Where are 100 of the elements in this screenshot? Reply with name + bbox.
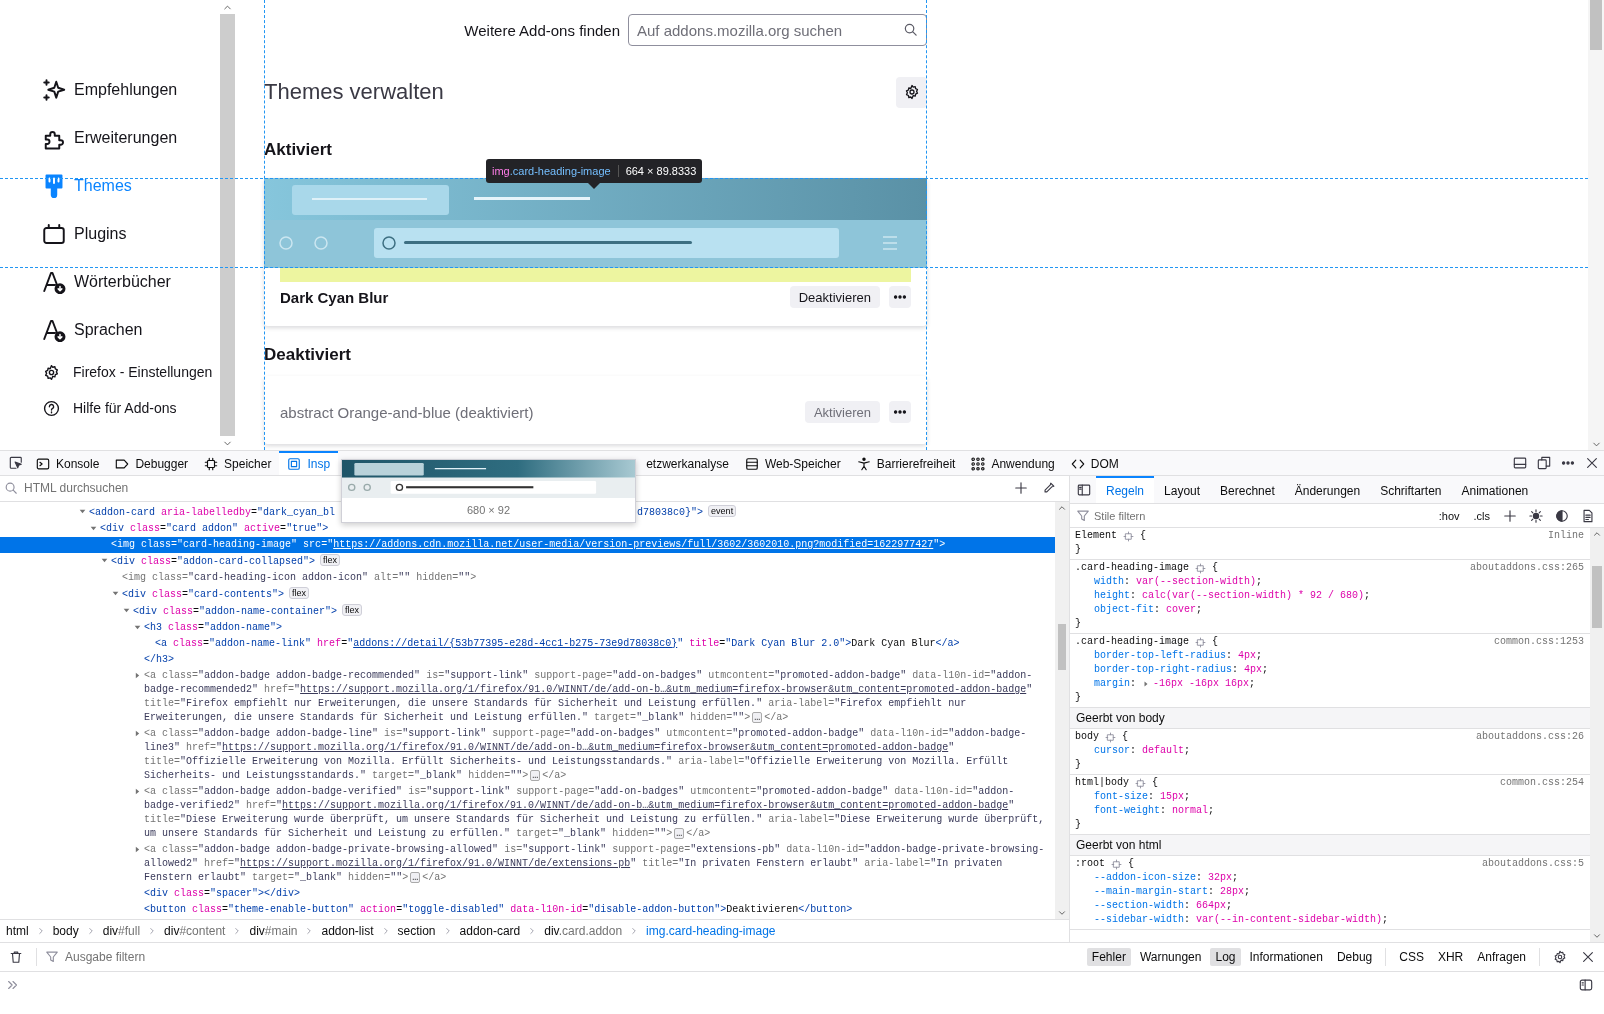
css-selector[interactable]: :root xyxy=(1075,857,1105,871)
css-selector[interactable]: html|body xyxy=(1075,776,1129,790)
css-value[interactable]: var(--in-content-sidebar-width); xyxy=(1196,913,1389,927)
devtools-tab[interactable]: Barrierefreiheit xyxy=(848,451,964,475)
devtools-tab[interactable]: Speicher xyxy=(196,451,280,475)
sidebar-link[interactable]: Hilfe für Add-ons xyxy=(73,400,177,416)
sidebar-item[interactable]: Sprachen xyxy=(0,306,220,354)
sidebar-tab[interactable]: Regeln xyxy=(1096,476,1155,503)
css-value[interactable]: normal; xyxy=(1172,804,1215,818)
breadcrumb[interactable]: div.card.addon xyxy=(540,921,627,942)
css-value[interactable]: 4px; xyxy=(1238,649,1263,663)
highlight-elements-icon[interactable] xyxy=(1111,858,1122,870)
log-level-toggle[interactable]: Debug xyxy=(1331,948,1378,966)
css-value[interactable]: 664px; xyxy=(1196,899,1233,913)
log-level-toggle[interactable]: Informationen xyxy=(1244,948,1328,966)
scrollbar-thumb[interactable] xyxy=(1058,623,1066,670)
devtools-tab[interactable]: Anwendung xyxy=(963,451,1063,475)
search-field[interactable]: Auf addons.mozilla.org suchen xyxy=(628,14,927,46)
link[interactable]: https://support.mozilla.org/1/firefox/91.0/WINNT/de/add-on-b…&utm_medium=firefox-browser&utm_content=promoted-addon-badge xyxy=(222,741,949,753)
stylesheet-link[interactable]: Inline xyxy=(1548,529,1584,543)
css-property[interactable]: border-top-right-radius: xyxy=(1094,663,1245,677)
sidebar-tab[interactable]: Berechnet xyxy=(1210,476,1285,503)
styles-filter-field[interactable]: Stile filtern xyxy=(1092,508,1431,523)
toggle-theme-button[interactable]: Deaktivieren xyxy=(789,286,880,308)
breadcrumb[interactable]: section xyxy=(393,921,440,942)
devtools-tab[interactable]: DOM xyxy=(1062,451,1127,475)
css-value[interactable]: default; xyxy=(1142,744,1191,758)
stylesheet-link[interactable]: common.css:254 xyxy=(1500,776,1584,790)
devtools-tab[interactable]: Web-Speicher xyxy=(736,451,849,475)
css-value[interactable]: 28px; xyxy=(1220,885,1251,899)
css-property[interactable]: --main-margin-start: xyxy=(1094,885,1221,899)
request-type-toggle[interactable]: Anfragen xyxy=(1472,948,1531,966)
stylesheet-link[interactable]: aboutaddons.css:265 xyxy=(1469,561,1584,575)
breadcrumb[interactable]: div#full xyxy=(98,921,145,942)
disclosure-triangle-icon[interactable] xyxy=(133,845,142,855)
theme-name[interactable]: abstract Orange-and-blue (deaktiviert) xyxy=(280,403,805,421)
scrollbar-thumb[interactable] xyxy=(1592,566,1602,628)
scrollbar-thumb[interactable] xyxy=(1590,0,1602,50)
highlight-elements-icon[interactable] xyxy=(1195,636,1207,648)
toggle-theme-button[interactable]: Aktivieren xyxy=(804,401,880,423)
link[interactable]: https://support.mozilla.org/1/firefox/91.0/WINNT/de/add-on-b…&utm_medium=firefox-browser&utm_content=promoted-addon-badge xyxy=(300,683,1027,695)
css-property[interactable]: cursor: xyxy=(1094,744,1143,758)
css-value[interactable]: -16px -16px 16px; xyxy=(1153,677,1256,691)
link[interactable]: https://addons.cdn.mozilla.net/user-media/version-previews/full/3602/3602010.png?modified=1622977427 xyxy=(333,538,934,550)
breadcrumb[interactable]: html xyxy=(2,921,33,942)
more-options-button[interactable] xyxy=(889,286,911,308)
highlight-elements-icon[interactable] xyxy=(1195,562,1207,574)
link[interactable]: https://support.mozilla.org/1/firefox/91.0/WINNT/de/extensions-pb xyxy=(240,857,631,869)
css-property[interactable]: --addon-icon-size: xyxy=(1094,871,1209,885)
pseudo-class-toggle[interactable]: :hov xyxy=(1432,509,1466,522)
css-property[interactable]: width: xyxy=(1094,575,1137,589)
stylesheet-link[interactable]: aboutaddons.css:26 xyxy=(1475,730,1584,744)
css-value[interactable]: var(--section-width); xyxy=(1136,575,1263,589)
highlight-elements-icon[interactable] xyxy=(1105,731,1116,743)
highlight-elements-icon[interactable] xyxy=(1123,530,1134,542)
sidebar-item[interactable]: Themes xyxy=(0,162,220,210)
css-value[interactable]: calc(var(--section-width) * 92 / 680); xyxy=(1142,589,1371,603)
devtools-tab[interactable]: Insp xyxy=(279,451,339,475)
devtools-tab[interactable]: Konsole xyxy=(28,451,108,475)
css-value[interactable]: 15px; xyxy=(1160,790,1191,804)
disclosure-triangle-icon[interactable] xyxy=(133,787,142,797)
breadcrumb[interactable]: addon-card xyxy=(455,921,525,942)
log-level-toggle[interactable]: Warnungen xyxy=(1134,948,1207,966)
request-type-toggle[interactable]: XHR xyxy=(1432,948,1469,966)
breadcrumb[interactable]: img.card-heading-image xyxy=(642,921,780,942)
sidebar-link[interactable]: Firefox - Einstellungen xyxy=(73,364,213,380)
request-type-toggle[interactable]: CSS xyxy=(1394,948,1429,966)
css-property[interactable]: --section-width: xyxy=(1094,899,1197,913)
disclosure-triangle-icon[interactable] xyxy=(133,729,142,739)
css-property[interactable]: font-size: xyxy=(1094,790,1161,804)
css-selector[interactable]: body xyxy=(1075,730,1099,744)
css-property[interactable]: margin: xyxy=(1094,677,1143,691)
dom-node-row[interactable]: <img class="card-heading-image" src="https://addons.cdn.mozilla.net/user-media/version-previews/full/3602/3602010.png?modified=1622977427"> xyxy=(0,536,1055,553)
css-selector[interactable]: Element xyxy=(1075,529,1117,543)
console-filter-field[interactable]: Ausgabe filtern xyxy=(63,949,1083,965)
sidebar-item[interactable]: Empfehlungen xyxy=(0,66,220,114)
html-search-field[interactable]: HTML durchsuchen xyxy=(22,480,1005,497)
stylesheet-link[interactable]: common.css:1253 xyxy=(1494,635,1584,649)
breadcrumb[interactable]: body xyxy=(48,921,83,942)
breadcrumb[interactable]: div#content xyxy=(160,921,230,942)
css-property[interactable]: object-fit: xyxy=(1094,603,1167,617)
css-value[interactable]: 4px; xyxy=(1244,663,1269,677)
node-badge[interactable]: flex xyxy=(342,603,363,616)
css-property[interactable]: height: xyxy=(1094,589,1143,603)
log-level-toggle[interactable]: Log xyxy=(1210,948,1241,966)
css-property[interactable]: border-top-left-radius: xyxy=(1094,649,1239,663)
css-selector[interactable]: .card-heading-image xyxy=(1075,561,1190,575)
sidebar-item[interactable]: Erweiterungen xyxy=(0,114,220,162)
node-badge[interactable]: flex xyxy=(320,553,341,566)
devtools-tab[interactable]: Debugger xyxy=(107,451,197,475)
css-value[interactable]: cover; xyxy=(1166,603,1203,617)
breadcrumb[interactable]: div#main xyxy=(245,921,302,942)
scrollbar-thumb[interactable] xyxy=(220,14,235,436)
css-selector[interactable]: .card-heading-image xyxy=(1075,635,1190,649)
sidebar-tab[interactable]: Schriftarten xyxy=(1370,476,1452,503)
sidebar-tab[interactable]: Änderungen xyxy=(1284,476,1371,503)
highlight-elements-icon[interactable] xyxy=(1135,777,1146,789)
link[interactable]: addons://detail/{53b77395-e28d-4cc1-b275-73e9d78038c0} xyxy=(353,637,678,649)
theme-name[interactable]: Dark Cyan Blur xyxy=(280,288,790,306)
node-badge[interactable]: flex xyxy=(289,586,310,599)
